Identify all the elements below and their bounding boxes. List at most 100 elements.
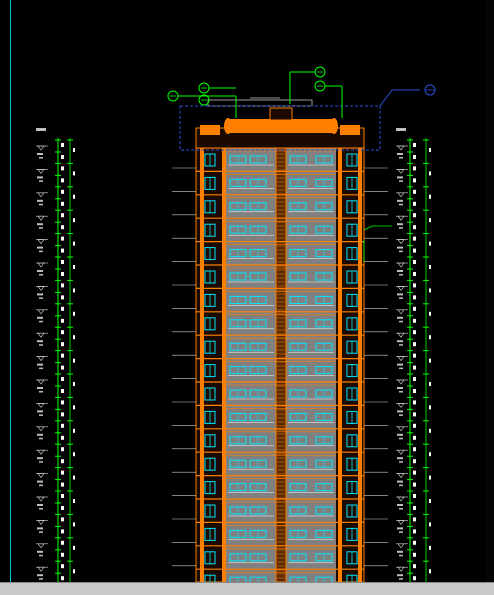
dimension-value-mark bbox=[413, 412, 416, 417]
cornice-end-left bbox=[224, 118, 232, 134]
dimension-value-mark bbox=[73, 218, 75, 223]
dimension-value-mark bbox=[61, 283, 64, 288]
status-bar bbox=[0, 582, 494, 595]
dimension-value-mark bbox=[413, 353, 416, 358]
level-annotation-mark bbox=[399, 274, 403, 276]
dimension-value-mark bbox=[61, 470, 64, 475]
level-marker-icon bbox=[397, 379, 405, 385]
level-annotation-mark bbox=[397, 410, 403, 413]
level-annotation-mark bbox=[37, 480, 43, 483]
dimension-value-mark bbox=[73, 475, 75, 480]
dimension-value-mark bbox=[61, 260, 64, 264]
level-marker-icon bbox=[37, 473, 45, 479]
level-marker-icon bbox=[37, 566, 45, 572]
level-annotation-mark bbox=[397, 293, 403, 296]
dimension-value-mark bbox=[61, 201, 64, 206]
level-marker-icon bbox=[397, 426, 405, 432]
cad-canvas[interactable] bbox=[0, 0, 494, 594]
level-annotation-mark bbox=[397, 574, 403, 577]
level-annotation-mark bbox=[397, 504, 403, 506]
dimension-value-mark bbox=[61, 318, 64, 323]
dimension-value-mark bbox=[413, 529, 416, 534]
dimension-value-mark bbox=[61, 447, 64, 452]
dimension-value-mark bbox=[61, 272, 64, 276]
dimension-value-mark bbox=[413, 494, 416, 498]
level-annotation-mark bbox=[399, 227, 403, 229]
dimension-value-mark bbox=[413, 447, 416, 452]
dimension-value-mark bbox=[413, 576, 416, 581]
level-marker-icon bbox=[397, 309, 405, 315]
level-annotation-mark bbox=[397, 223, 403, 226]
dimension-value-mark bbox=[413, 423, 416, 428]
callout-leader bbox=[379, 89, 393, 107]
dimension-value-mark bbox=[413, 166, 416, 171]
level-annotation-mark bbox=[397, 457, 403, 460]
level-marker-icon bbox=[37, 449, 45, 455]
dimension-value-mark bbox=[61, 529, 64, 534]
dimension-value-mark bbox=[61, 189, 64, 194]
level-marker-icon bbox=[397, 496, 405, 502]
dimension-value-mark bbox=[429, 311, 431, 316]
level-marker-icon bbox=[397, 192, 405, 198]
pilaster bbox=[200, 148, 204, 582]
dimension-value-mark bbox=[413, 189, 416, 194]
dimension-value-mark bbox=[429, 335, 431, 340]
dimension-value-mark bbox=[61, 365, 64, 370]
level-annotation-mark bbox=[37, 316, 43, 319]
dimension-value-mark bbox=[429, 405, 431, 410]
level-annotation-mark bbox=[397, 433, 403, 436]
level-annotation-mark bbox=[397, 199, 403, 202]
level-marker-icon bbox=[37, 496, 45, 502]
level-marker-icon bbox=[397, 239, 405, 245]
level-annotation-mark bbox=[399, 554, 403, 557]
level-annotation-mark bbox=[37, 176, 43, 179]
level-annotation-mark bbox=[399, 484, 403, 487]
dimension-value-mark bbox=[73, 194, 75, 199]
level-marker-icon bbox=[37, 309, 45, 315]
dimension-value-mark bbox=[413, 377, 416, 381]
dimension-value-mark bbox=[413, 552, 416, 557]
level-annotation-mark bbox=[397, 550, 403, 553]
dimension-value-mark bbox=[61, 506, 64, 510]
dimension-value-mark bbox=[61, 400, 64, 405]
dimension-value-mark bbox=[413, 564, 416, 569]
level-annotation-mark bbox=[37, 363, 43, 366]
dimension-value-mark bbox=[429, 171, 431, 176]
dimension-value-mark bbox=[429, 499, 431, 503]
dimension-value-mark bbox=[61, 236, 64, 241]
dimension-value-mark bbox=[429, 452, 431, 457]
level-marker-icon bbox=[397, 262, 405, 268]
dimension-value-mark bbox=[429, 148, 431, 152]
level-annotation-mark bbox=[39, 531, 43, 533]
dimension-value-mark bbox=[429, 382, 431, 386]
level-annotation-mark bbox=[397, 340, 403, 343]
level-marker-icon bbox=[397, 215, 405, 221]
level-annotation-mark bbox=[39, 367, 43, 370]
dimension-value-mark bbox=[61, 564, 64, 569]
dimension-value-mark bbox=[61, 552, 64, 557]
level-annotation-mark bbox=[37, 153, 43, 155]
level-marker-icon bbox=[397, 449, 405, 455]
level-marker-icon bbox=[37, 286, 45, 291]
level-annotation-mark bbox=[37, 246, 43, 249]
level-annotation-mark bbox=[37, 433, 43, 436]
dimension-value-mark bbox=[61, 178, 64, 183]
level-marker-icon bbox=[397, 332, 405, 338]
wall-panel-left bbox=[226, 148, 276, 582]
dimension-value-mark bbox=[61, 248, 64, 253]
dimension-value-mark bbox=[413, 342, 416, 347]
dimension-value-mark bbox=[413, 213, 416, 218]
level-annotation-mark bbox=[39, 297, 43, 299]
level-annotation-mark bbox=[399, 508, 403, 510]
level-annotation-mark bbox=[399, 203, 403, 206]
level-marker-icon bbox=[37, 356, 45, 362]
roof-cornice bbox=[228, 119, 334, 133]
dimension-value-mark bbox=[429, 288, 431, 293]
wall-panel-right bbox=[286, 148, 336, 582]
level-annotation-mark bbox=[399, 391, 403, 393]
level-annotation-mark bbox=[39, 554, 43, 557]
corner-parapet-left bbox=[200, 125, 220, 135]
dimension-value-mark bbox=[73, 311, 75, 316]
level-annotation-mark bbox=[39, 274, 43, 276]
level-annotation-mark bbox=[399, 344, 403, 346]
